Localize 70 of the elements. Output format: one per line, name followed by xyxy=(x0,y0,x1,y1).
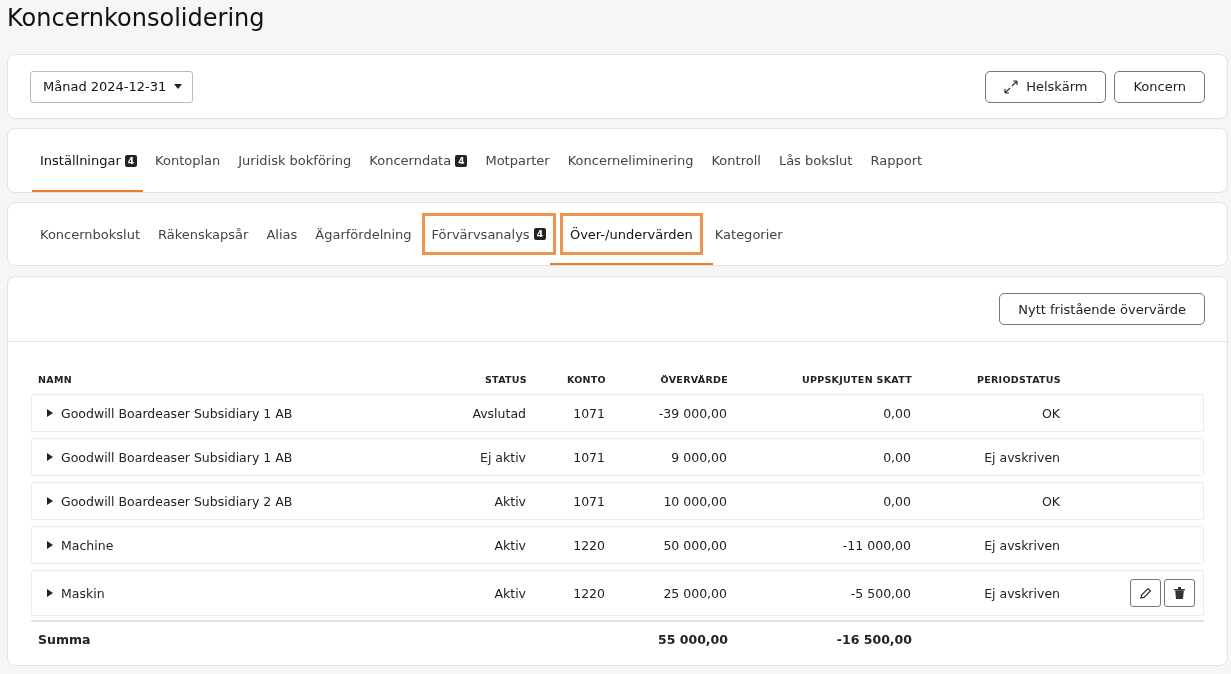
name-cell: Goodwill Boardeaser Subsidiary 2 AB xyxy=(61,493,293,509)
edit-button[interactable] xyxy=(1130,579,1161,607)
trash-icon xyxy=(1174,587,1185,599)
new-value-button[interactable]: Nytt fristående övervärde xyxy=(999,293,1205,325)
total-value: 55 000,00 xyxy=(657,631,728,647)
table-row[interactable]: Goodwill Boardeaser Subsidiary 1 AB Ej aktiv 1071 9 000,00 0,00 Ej avskriven xyxy=(31,438,1204,476)
value-cell-text: -39 000,00 xyxy=(657,405,727,421)
column-header: NAMN xyxy=(38,373,73,385)
table-row[interactable]: Goodwill Boardeaser Subsidiary 2 AB Aktiv 1071 10 000,00 0,00 OK xyxy=(31,482,1204,520)
caret-icon xyxy=(174,84,183,89)
status-cell-text: Avslutad xyxy=(471,405,526,421)
name-cell: Goodwill Boardeaser Subsidiary 1 AB xyxy=(61,449,293,465)
pencil-icon xyxy=(1139,587,1152,599)
period-status-cell-text: Ej avskriven xyxy=(983,537,1060,553)
main-tab[interactable]: Kontoplan xyxy=(147,129,227,192)
account-cell-text: 1071 xyxy=(572,493,605,509)
count-badge: 4 xyxy=(124,154,138,167)
account-cell-text: 1220 xyxy=(572,585,605,601)
header-button[interactable]: Helskärm xyxy=(985,70,1107,103)
page-title: Koncernkonsolidering xyxy=(7,3,266,34)
main-tab[interactable]: Koncerndata 4 xyxy=(361,129,474,192)
expand-icon xyxy=(1004,79,1019,94)
table-row[interactable]: Goodwill Boardeaser Subsidiary 1 AB Avslutad 1071 -39 000,00 0,00 OK xyxy=(31,394,1204,432)
delete-button[interactable] xyxy=(1164,579,1195,607)
main-tab[interactable]: Juridisk bokföring xyxy=(230,129,358,192)
header-button[interactable]: Koncern xyxy=(1114,70,1205,103)
value-cell-text: 10 000,00 xyxy=(662,493,727,509)
count-badge: 4 xyxy=(533,228,546,240)
period-status-cell-text: OK xyxy=(1040,405,1060,421)
main-tab[interactable]: Lås bokslut xyxy=(770,129,859,192)
main-tab[interactable]: Motparter xyxy=(477,129,556,192)
tax-cell-text: 0,00 xyxy=(882,405,911,421)
account-cell-text: 1071 xyxy=(572,405,605,421)
main-tab[interactable]: Kontroll xyxy=(703,129,767,192)
column-header: UPPSKJUTEN SKATT xyxy=(800,373,912,385)
main-tab[interactable]: Inställningar 4 xyxy=(32,129,144,192)
account-cell-text: 1071 xyxy=(572,449,605,465)
column-header: ÖVERVÄRDE xyxy=(659,373,728,385)
account-cell-text: 1220 xyxy=(572,537,605,553)
sub-tab[interactable]: Alias xyxy=(258,203,304,265)
tax-cell-text: 0,00 xyxy=(882,493,911,509)
value-cell-text: 25 000,00 xyxy=(662,585,727,601)
name-cell: Goodwill Boardeaser Subsidiary 1 AB xyxy=(61,405,293,421)
column-header: KONTO xyxy=(565,373,606,385)
column-header: STATUS xyxy=(483,373,527,385)
status-cell-text: Aktiv xyxy=(493,585,526,601)
total-label: Summa xyxy=(38,631,92,647)
total-tax: -16 500,00 xyxy=(835,631,912,647)
main-tab[interactable]: Rapport xyxy=(862,129,929,192)
tax-cell-text: -11 000,00 xyxy=(841,537,911,553)
tax-cell-text: 0,00 xyxy=(882,449,911,465)
status-cell-text: Ej aktiv xyxy=(479,449,526,465)
period-status-cell-text: OK xyxy=(1040,493,1060,509)
status-cell-text: Aktiv xyxy=(493,493,526,509)
column-header: PERIODSTATUS xyxy=(975,373,1061,385)
tax-cell-text: -5 500,00 xyxy=(849,585,911,601)
sub-tab[interactable]: Räkenskapsår xyxy=(150,203,255,265)
table-row[interactable]: Maskin Aktiv 1220 25 000,00 -5 500,00 Ej avskriven xyxy=(31,570,1204,616)
count-badge: 4 xyxy=(455,154,468,167)
sub-tab[interactable]: Koncernbokslut xyxy=(32,203,147,265)
table-row[interactable]: Machine Aktiv 1220 50 000,00 -11 000,00 Ej avskriven xyxy=(31,526,1204,564)
name-cell: Maskin xyxy=(61,585,105,601)
name-cell: Machine xyxy=(61,537,114,553)
period-status-cell-text: Ej avskriven xyxy=(983,585,1060,601)
value-cell-text: 9 000,00 xyxy=(670,449,727,465)
value-cell-text: 50 000,00 xyxy=(662,537,727,553)
period-dropdown[interactable]: Månad 2024-12-31 xyxy=(30,70,194,103)
status-cell-text: Aktiv xyxy=(493,537,526,553)
period-status-cell-text: Ej avskriven xyxy=(983,449,1060,465)
main-tab[interactable]: Koncerneliminering xyxy=(559,129,700,192)
